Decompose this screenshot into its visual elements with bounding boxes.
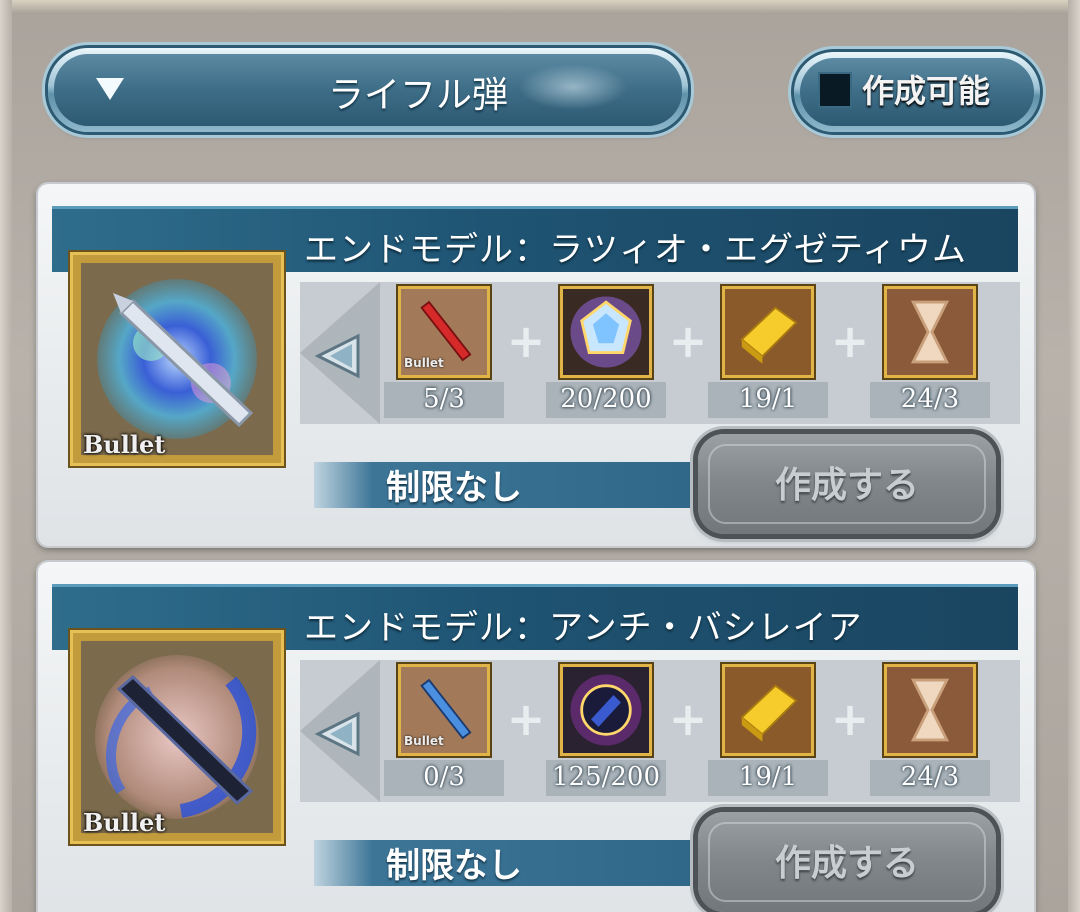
rifle-bullet-prism-icon <box>81 263 273 455</box>
ingredient-count: 5/3 <box>423 384 465 414</box>
triangle-down-icon <box>96 78 124 100</box>
limit-label: 制限なし <box>386 468 522 508</box>
recipe-card: エンドモデル：アンチ・バシレイア Bullet Bullet 0/3 + 125… <box>38 562 1034 912</box>
category-label: ライフル弾 <box>327 75 508 116</box>
ingredient-count: 20/200 <box>560 384 652 414</box>
plus-icon: + <box>506 692 546 746</box>
gold-bar-icon <box>722 664 814 756</box>
ingredient-slot[interactable]: 24/3 <box>870 664 990 796</box>
craft-button-label: 作成する <box>774 843 919 884</box>
category-dropdown[interactable]: ライフル弾 <box>48 48 688 132</box>
hourglass-icon <box>884 664 976 756</box>
bullet-tag: Bullet <box>83 808 166 837</box>
result-item-portrait[interactable]: Bullet <box>70 252 284 466</box>
recipe-title: エンドモデル：アンチ・バシレイア <box>304 608 863 648</box>
ingredient-slot[interactable]: 24/3 <box>870 286 990 418</box>
ingredient-count: 125/200 <box>551 762 660 792</box>
ingredient-slot[interactable]: 20/200 <box>546 286 666 418</box>
plus-icon: + <box>830 314 870 368</box>
limit-bar <box>314 840 734 886</box>
craftable-checkbox[interactable] <box>818 72 852 108</box>
ingredient-slot[interactable]: 19/1 <box>708 664 828 796</box>
rifle-bullet-dark-icon <box>81 641 273 833</box>
gem-arrow-icon <box>314 333 360 379</box>
ingredient-slot[interactable]: 125/200 <box>546 664 666 796</box>
bullet-tag: Bullet <box>83 430 166 459</box>
ingredient-slot[interactable]: Bullet 5/3 <box>384 286 504 418</box>
limit-bar <box>314 462 734 508</box>
dark-orb-icon <box>560 664 652 756</box>
ingredient-count: 19/1 <box>738 762 798 792</box>
limit-label: 制限なし <box>386 846 522 886</box>
ingredient-count: 0/3 <box>423 762 465 792</box>
window-frame-top <box>0 0 1080 14</box>
ingredient-slot[interactable]: Bullet 0/3 <box>384 664 504 796</box>
craftable-only-label: 作成可能 <box>862 72 991 110</box>
hourglass-icon <box>884 286 976 378</box>
plus-icon: + <box>830 692 870 746</box>
ingredient-count: 24/3 <box>900 384 960 414</box>
ingredient-count: 19/1 <box>738 384 798 414</box>
craft-button-label: 作成する <box>774 465 919 506</box>
ingredient-slot[interactable]: 19/1 <box>708 286 828 418</box>
recipe-title: エンドモデル：ラツィオ・エグゼティウム <box>304 230 967 270</box>
window-frame-left <box>0 0 12 912</box>
ingredient-count: 24/3 <box>900 762 960 792</box>
gem-arrow-icon <box>314 711 360 757</box>
prism-crystal-icon <box>560 286 652 378</box>
plus-icon: + <box>668 692 708 746</box>
recipe-card: エンドモデル：ラツィオ・エグゼティウム Bullet Bullet 5/3 + … <box>38 184 1034 546</box>
plus-icon: + <box>668 314 708 368</box>
plus-icon: + <box>506 314 546 368</box>
window-frame-right <box>1068 0 1080 912</box>
craft-button[interactable]: 作成する <box>698 812 996 912</box>
gold-bar-icon <box>722 286 814 378</box>
result-item-portrait[interactable]: Bullet <box>70 630 284 844</box>
craft-button[interactable]: 作成する <box>698 434 996 534</box>
craftable-only-toggle[interactable]: 作成可能 <box>794 52 1040 132</box>
